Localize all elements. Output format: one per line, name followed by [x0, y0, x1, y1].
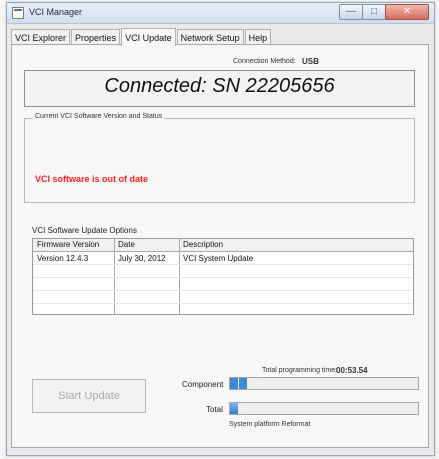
- column-header-date[interactable]: Date: [118, 240, 135, 249]
- table-row-divider: [33, 277, 413, 278]
- column-header-firmware-version[interactable]: Firmware Version: [37, 240, 99, 249]
- tab-network-setup[interactable]: Network Setup: [176, 29, 244, 45]
- connection-method-label: Connection Method:: [233, 58, 296, 65]
- title-bar: VCI Manager — □ ✕: [7, 3, 434, 24]
- connection-status-box: Connected: SN 22205656: [24, 70, 415, 107]
- maximize-button[interactable]: □: [362, 4, 386, 20]
- start-update-button[interactable]: Start Update: [32, 379, 146, 413]
- minimize-button[interactable]: —: [339, 4, 363, 20]
- tab-strip: VCI Explorer Properties VCI Update Netwo…: [11, 27, 272, 46]
- total-programming-time-value: 00:53.54: [336, 366, 368, 375]
- date-cell[interactable]: July 30, 2012: [118, 254, 166, 263]
- software-status-group: Current VCI Software Version and Status: [24, 113, 415, 203]
- total-progress-bar: [229, 402, 419, 415]
- app-icon: [12, 7, 24, 19]
- connection-method-value: USB: [302, 57, 319, 66]
- update-options-title: VCI Software Update Options: [32, 226, 137, 235]
- update-options-table[interactable]: Firmware Version Date Description Versio…: [32, 238, 414, 315]
- maximize-icon: □: [370, 6, 378, 17]
- table-row-divider: [33, 264, 413, 265]
- table-row-divider: [33, 303, 413, 304]
- tab-properties[interactable]: Properties: [71, 29, 121, 45]
- total-programming-time-label: Total programming time:: [262, 367, 338, 374]
- total-progress-fill: [230, 403, 238, 414]
- progress-status-text: System platform Reformat: [229, 421, 311, 428]
- tab-vci-update[interactable]: VCI Update: [121, 28, 176, 46]
- firmware-version-cell[interactable]: Version 12.4.3: [37, 254, 88, 263]
- software-status-title: Current VCI Software Version and Status: [33, 113, 165, 120]
- connection-status-text: Connected: SN 22205656: [104, 75, 335, 97]
- table-row-divider: [33, 290, 413, 291]
- minimize-icon: —: [346, 6, 356, 17]
- close-button[interactable]: ✕: [385, 4, 429, 20]
- description-cell[interactable]: VCI System Update: [183, 254, 253, 263]
- tab-vci-explorer[interactable]: VCI Explorer: [11, 29, 71, 45]
- component-progress-label: Component: [182, 380, 224, 389]
- close-icon: ✕: [402, 6, 412, 17]
- total-progress-label: Total: [206, 405, 223, 414]
- tab-help[interactable]: Help: [244, 29, 272, 45]
- component-progress-bar: [229, 377, 419, 390]
- column-header-description[interactable]: Description: [183, 240, 223, 249]
- window-title: VCI Manager: [29, 7, 83, 17]
- component-progress-fill: [230, 378, 247, 389]
- software-status-message: VCI software is out of date: [35, 174, 149, 184]
